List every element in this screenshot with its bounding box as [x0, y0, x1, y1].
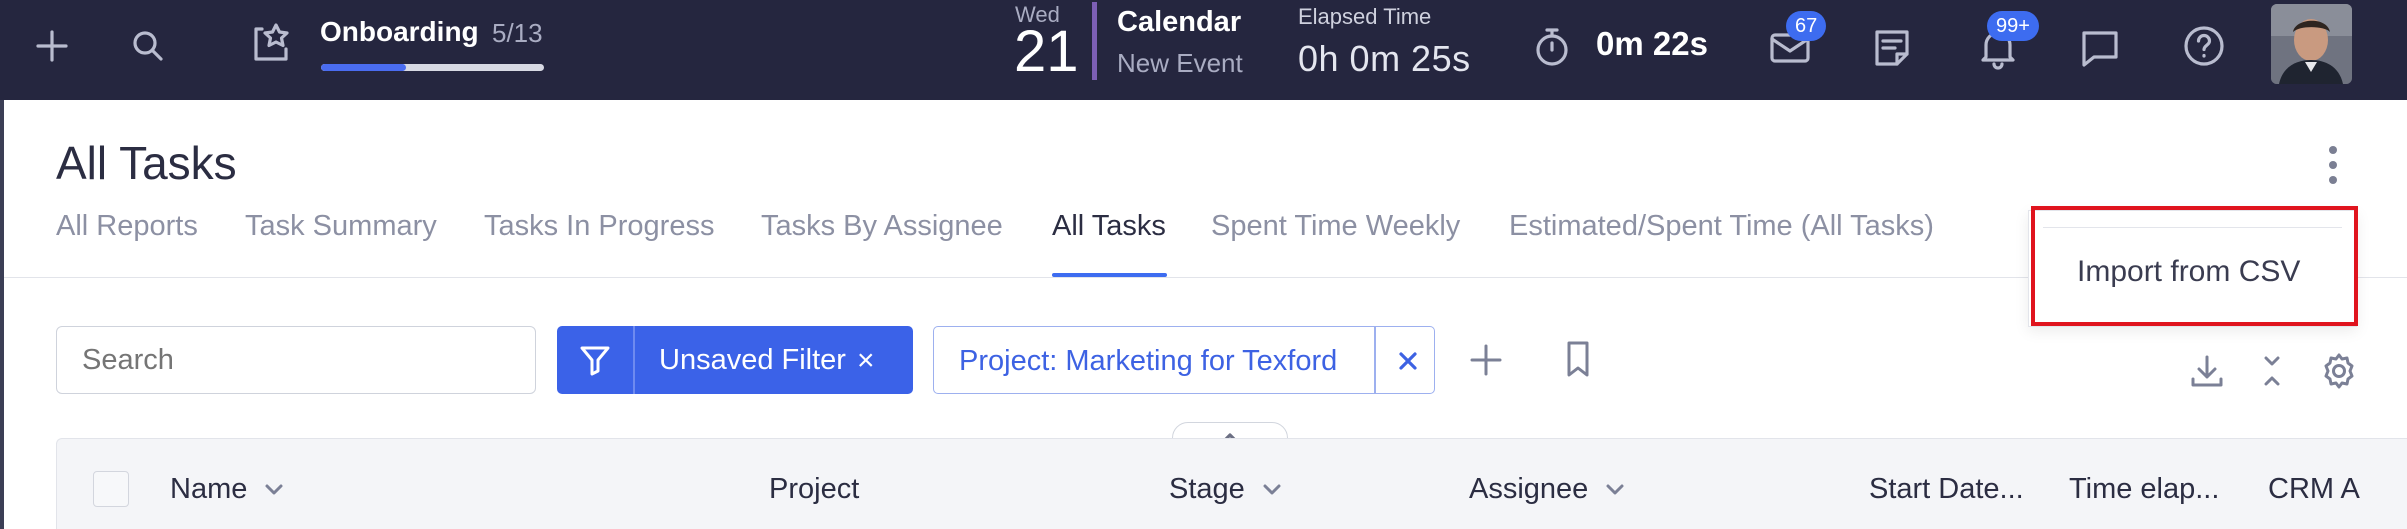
notes-icon[interactable] [1866, 22, 1918, 74]
column-assignee[interactable]: Assignee [1469, 473, 1626, 506]
add-filter-icon[interactable] [1464, 338, 1508, 382]
plus-icon[interactable] [30, 24, 74, 68]
column-crm-label: CRM A [2268, 473, 2360, 505]
column-stage[interactable]: Stage [1169, 473, 1283, 506]
tab-tasks-by-assignee[interactable]: Tasks By Assignee [761, 210, 1003, 243]
select-all-checkbox[interactable] [93, 471, 129, 507]
tab-all-reports[interactable]: All Reports [56, 210, 198, 243]
help-icon[interactable] [2178, 20, 2230, 72]
timer-value[interactable]: 0m 22s [1596, 25, 1708, 63]
project-filter-label: Project: Marketing for Texford [959, 345, 1338, 377]
clear-filter-icon[interactable]: × [857, 344, 875, 378]
filter-icon [575, 340, 615, 380]
column-name[interactable]: Name [170, 473, 285, 506]
tab-tasks-in-progress[interactable]: Tasks In Progress [484, 210, 714, 243]
column-project-label: Project [769, 473, 860, 505]
project-filter-chip[interactable]: Project: Marketing for Texford [933, 326, 1435, 394]
project-filter-separator [1374, 327, 1376, 393]
mail-badge: 67 [1786, 11, 1827, 41]
column-crm[interactable]: CRM A [2268, 473, 2360, 506]
column-project[interactable]: Project [769, 473, 859, 506]
more-options-icon[interactable] [2318, 146, 2348, 184]
tab-all-tasks[interactable]: All Tasks [1052, 210, 1166, 243]
chevron-down-icon[interactable] [263, 483, 285, 497]
column-time-elapsed[interactable]: Time elap... [2069, 473, 2219, 506]
column-assignee-label: Assignee [1469, 473, 1589, 505]
collapse-rows-icon[interactable] [2254, 350, 2290, 392]
column-name-label: Name [170, 473, 248, 505]
elapsed-time-label: Elapsed Time [1298, 4, 1432, 29]
notifications-badge: 99+ [1987, 11, 2039, 41]
search-input[interactable] [56, 326, 536, 394]
tab-spent-time-weekly[interactable]: Spent Time Weekly [1211, 210, 1460, 243]
unsaved-filter-separator [633, 326, 635, 394]
table-header: Name Project Stage Assignee Start Date..… [56, 438, 2407, 529]
highlight-box [2031, 206, 2358, 326]
tab-estimated-spent-time[interactable]: Estimated/Spent Time (All Tasks) [1509, 210, 1934, 243]
elapsed-time-value: 0h 0m 25s [1298, 38, 1471, 79]
chat-icon[interactable] [2074, 22, 2126, 74]
stopwatch-icon[interactable] [1527, 22, 1577, 72]
column-start-date-label: Start Date... [1869, 473, 2024, 505]
user-avatar[interactable] [2271, 4, 2352, 84]
unsaved-filter-label: Unsaved Filter [659, 344, 846, 376]
top-bar: Onboarding 5/13 Wed 21 Calendar New Even… [0, 0, 2407, 100]
column-stage-label: Stage [1169, 473, 1245, 505]
search-icon[interactable] [126, 24, 170, 68]
chevron-down-icon[interactable] [1604, 483, 1626, 497]
download-icon[interactable] [2186, 350, 2228, 392]
column-start-date[interactable]: Start Date... [1869, 473, 2024, 506]
onboarding-progress-fill [321, 64, 406, 71]
calendar-new-event[interactable]: New Event [1117, 48, 1243, 79]
unsaved-filter-button[interactable]: Unsaved Filter × [557, 326, 913, 394]
left-edge [0, 100, 4, 529]
settings-icon[interactable] [2318, 350, 2360, 392]
calendar-event-bar [1092, 2, 1097, 80]
onboarding-progress [321, 64, 544, 71]
onboarding-title[interactable]: Onboarding [320, 16, 479, 48]
remove-project-filter-icon[interactable] [1390, 343, 1426, 379]
tab-task-summary[interactable]: Task Summary [245, 210, 437, 243]
calendar-title[interactable]: Calendar [1117, 6, 1241, 39]
onboarding-count: 5/13 [492, 18, 543, 48]
onboarding-icon[interactable] [245, 16, 297, 68]
column-time-elapsed-label: Time elap... [2069, 473, 2220, 505]
page-title: All Tasks [56, 137, 237, 189]
chevron-down-icon[interactable] [1261, 483, 1283, 497]
bookmark-icon[interactable] [1558, 336, 1598, 382]
calendar-date: 21 [1014, 19, 1079, 84]
